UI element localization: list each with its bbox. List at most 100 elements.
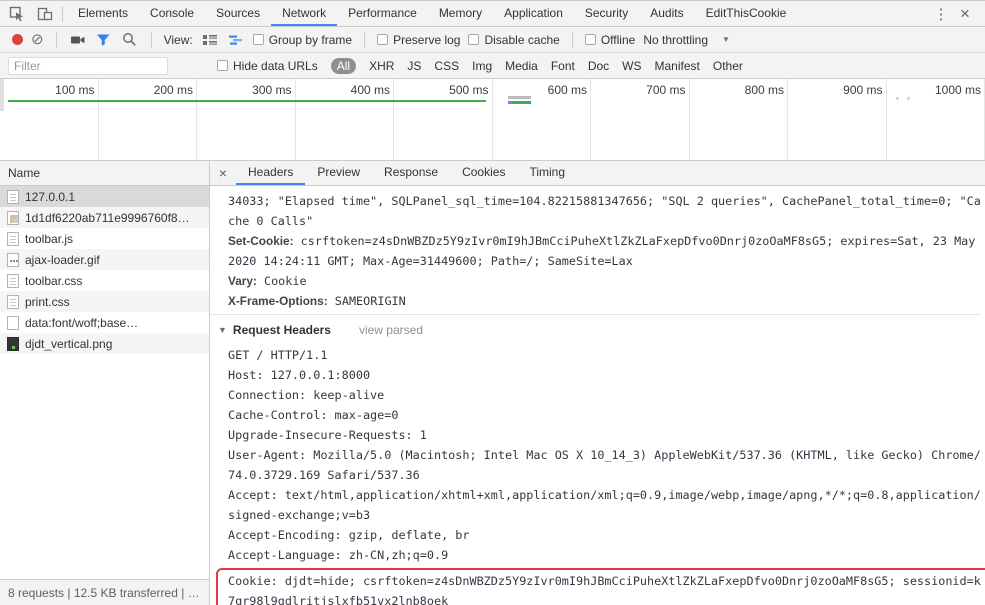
request-header-line: Accept: text/html,application/xhtml+xml,… [228,488,981,522]
details-tab[interactable]: Headers [236,161,306,185]
header-value: SAMEORIGIN [334,294,406,308]
details-tab[interactable]: Cookies [450,161,517,185]
checkbox-icon[interactable] [217,60,228,71]
resource-type-filter[interactable]: CSS [434,59,459,73]
name-column-header[interactable]: Name [0,161,209,186]
resource-type-filter[interactable]: Other [713,59,743,73]
divider [62,5,63,22]
resource-type-filter[interactable]: JS [407,59,421,73]
main-tab[interactable]: Sources [205,1,271,26]
main-tab[interactable]: Performance [337,1,428,26]
details-tab[interactable]: Response [372,161,450,185]
resource-type-filter[interactable]: All [330,57,357,74]
inspect-element-icon[interactable] [8,5,26,23]
overview-drag-handle[interactable] [0,79,4,111]
resource-type-filter[interactable]: Media [505,59,538,73]
details-tab[interactable]: Preview [305,161,372,185]
main-tab[interactable]: Application [493,1,574,26]
request-headers-title: Request Headers [232,323,331,337]
overview-request-bar-gray [508,96,531,99]
request-header-line: Accept-Encoding: gzip, deflate, br [228,528,470,542]
close-panel-icon[interactable]: × [210,161,236,185]
view-label: View: [163,32,193,47]
checkbox-icon[interactable] [468,34,480,45]
chevron-down-icon: ▼ [722,35,730,44]
request-name: 1d1df6220ab711e9996760f8… [25,210,190,225]
request-row[interactable]: 127.0.0.1 [0,186,209,207]
request-row[interactable]: 1d1df6220ab711e9996760f8… [0,207,209,228]
resource-type-filter[interactable]: WS [622,59,641,73]
device-toolbar-icon[interactable] [36,5,54,23]
header-value: csrftoken=z4sDnWBZDz5Y9zIvr0mI9hJBmCciPu… [228,234,976,268]
resource-type-filter[interactable]: Manifest [655,59,700,73]
request-row[interactable]: toolbar.js [0,228,209,249]
more-options-icon[interactable]: ⋮ [931,5,951,23]
main-tab[interactable]: Security [574,1,639,26]
details-tabbar: × Headers Preview Response Cookies Timing [210,161,985,186]
filter-input[interactable] [8,56,168,75]
checkbox-icon[interactable] [584,34,596,45]
overview-load-line [8,100,486,102]
preserve-log-checkbox[interactable]: Preserve log [377,33,460,47]
file-type-icon [7,252,19,267]
resource-type-filter[interactable]: Doc [588,59,609,73]
details-tab[interactable]: Timing [517,161,577,185]
timeline-tick-label: 800 ms [690,79,788,160]
timeline-ticks: 100 ms 200 ms 300 ms 400 ms 500 ms 600 ms 700 … [0,79,985,160]
request-name: data:font/woff;base… [25,315,139,330]
view-parsed-link[interactable]: view parsed [359,320,423,340]
collapse-triangle-icon[interactable]: ▼ [218,320,227,340]
divider [571,31,573,48]
offline-checkbox[interactable]: Offline [584,33,635,47]
timeline-overview[interactable]: 100 ms 200 ms 300 ms 400 ms 500 ms 600 ms 700 … [0,79,985,161]
checkbox-icon[interactable] [377,34,389,45]
timeline-tick-label: 200 ms [99,79,197,160]
large-rows-icon[interactable] [201,31,219,49]
request-row[interactable]: data:font/woff;base… [0,312,209,333]
close-devtools-icon[interactable]: × [955,4,975,24]
request-name: 127.0.0.1 [25,189,76,204]
resource-type-filters: All XHR JS CSS Img Media Font Doc WS Manifest Othe… [330,57,743,74]
cookie-header-line: Cookie: djdt=hide; csrftoken=z4sDnWBZDz5… [228,574,981,605]
main-tabs: Elements Console Sources Network Performance… [67,1,797,26]
overview-request-bar-green [508,101,531,104]
filter-icon[interactable] [95,31,113,49]
request-name: toolbar.js [25,231,74,246]
requests-sidebar: Name 127.0.0.1 1d1df6220ab711e9996760f8…… [0,161,210,605]
waterfall-icon[interactable] [227,31,245,49]
main-tab[interactable]: Elements [67,1,139,26]
file-type-icon [7,315,19,330]
search-icon[interactable] [121,31,139,49]
cookie-highlight-box: Cookie: djdt=hide; csrftoken=z4sDnWBZDz5… [216,568,985,605]
clear-icon[interactable]: ⊘ [31,32,44,47]
request-row[interactable]: djdt_vertical.png [0,333,209,354]
header-value: Cookie [263,274,307,288]
headers-content[interactable]: 34033; "Elapsed time", SQLPanel_sql_time… [210,186,985,605]
overview-minor-dots [896,97,899,100]
header-name: X-Frame-Options: [228,294,328,308]
disable-cache-checkbox[interactable]: Disable cache [468,33,560,47]
request-row[interactable]: print.css [0,291,209,312]
file-type-icon [7,273,19,288]
resource-type-filter[interactable]: Font [551,59,575,73]
request-header-line: Host: 127.0.0.1:8000 [228,368,371,382]
throttling-dropdown[interactable]: No throttling ▼ [643,33,730,47]
resource-type-filter[interactable]: XHR [369,59,394,73]
devtools-window: Elements Console Sources Network Performance… [0,0,985,605]
group-by-frame-checkbox[interactable]: Group by frame [252,33,352,47]
request-row[interactable]: toolbar.css [0,270,209,291]
hide-data-urls-checkbox[interactable]: Hide data URLs [217,59,318,73]
timeline-tick-label: 500 ms [394,79,493,160]
record-icon[interactable] [12,34,23,45]
resource-type-filter[interactable]: Img [472,59,492,73]
main-tab[interactable]: EditThisCookie [695,1,798,26]
request-header-line: GET / HTTP/1.1 [228,348,328,362]
main-tab[interactable]: Memory [428,1,493,26]
main-tab[interactable]: Network [271,1,338,26]
main-tab[interactable]: Console [139,1,205,26]
request-name: ajax-loader.gif [25,252,100,267]
request-row[interactable]: ajax-loader.gif [0,249,209,270]
checkbox-icon[interactable] [252,34,264,45]
main-tab[interactable]: Audits [639,1,694,26]
capture-screenshots-icon[interactable] [69,31,87,49]
